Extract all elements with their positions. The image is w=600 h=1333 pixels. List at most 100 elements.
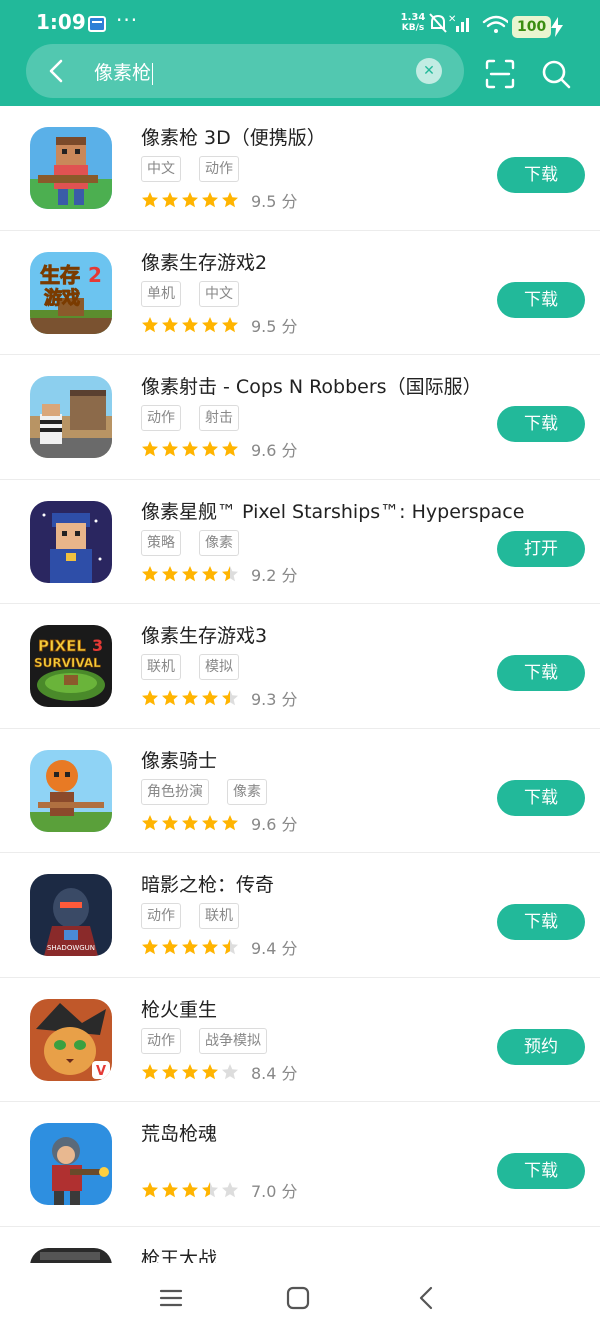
download-button[interactable]: 下载: [497, 157, 585, 193]
star-rating: [141, 814, 239, 832]
star-icon: [202, 441, 218, 457]
battery-indicator: 100: [512, 16, 552, 38]
star-icon: [222, 192, 238, 208]
app-tag: 动作: [199, 156, 239, 182]
star-icon: [182, 192, 198, 208]
download-button[interactable]: 下载: [497, 904, 585, 940]
reserve-button[interactable]: 预约: [497, 1028, 585, 1065]
star-icon: [222, 690, 238, 706]
mute-bell-icon: [429, 13, 447, 33]
star-icon: [142, 192, 158, 208]
app-score: 9.3 分: [251, 690, 298, 709]
list-item[interactable]: PIXEL 3 SURVIVAL 像素生存游戏3 联机 模拟 9.3 分 下载: [0, 604, 600, 729]
star-icon: [182, 316, 198, 332]
star-icon: [182, 939, 198, 955]
app-icon[interactable]: PIXEL 3 SURVIVAL: [30, 625, 112, 707]
svg-text:PIXEL: PIXEL: [38, 637, 86, 655]
star-icon: [142, 441, 158, 457]
app-rating: 9.3 分: [141, 686, 298, 710]
star-icon: [202, 690, 218, 706]
star-icon: [162, 690, 178, 706]
star-rating: [141, 1063, 239, 1081]
menu-button[interactable]: [156, 1283, 186, 1313]
svg-text:SHADOWGUN: SHADOWGUN: [47, 944, 95, 952]
app-tag: 联机: [141, 654, 181, 680]
app-icon[interactable]: 生存 2 游戏: [30, 251, 112, 334]
app-score: 9.6 分: [251, 441, 298, 460]
list-item[interactable]: 荒岛枪魂 7.0 分 下载: [0, 1102, 600, 1227]
list-item[interactable]: 像素星舰™ Pixel Starships™: Hyperspace 策略 像素…: [0, 480, 600, 604]
app-name: 像素枪 3D（便携版）: [141, 127, 326, 149]
search-input[interactable]: 像素枪: [94, 58, 154, 85]
list-item[interactable]: 枪王大战: [0, 1227, 600, 1263]
list-item[interactable]: 像素枪 3D（便携版） 中文 动作 9.5 分 下载: [0, 106, 600, 231]
download-button[interactable]: 下载: [497, 655, 585, 691]
network-speed-unit: KB/s: [401, 23, 425, 33]
open-button[interactable]: 打开: [497, 530, 585, 567]
svg-text:2: 2: [88, 263, 102, 287]
charging-icon: [550, 17, 564, 41]
app-rating: 9.6 分: [141, 811, 298, 835]
list-item[interactable]: V 枪火重生 动作 战争模拟 8.4 分 预约: [0, 978, 600, 1102]
app-score: 9.5 分: [251, 192, 298, 211]
app-score: 9.6 分: [251, 814, 298, 834]
clear-search-button[interactable]: ✕: [416, 58, 442, 84]
home-button[interactable]: [283, 1283, 313, 1313]
app-icon[interactable]: [30, 749, 112, 832]
app-tags: 联机 模拟: [141, 654, 239, 680]
list-item[interactable]: 像素骑士 角色扮演 像素 9.6 分 下载: [0, 729, 600, 853]
star-icon: [162, 192, 178, 208]
status-icons: ✕: [428, 12, 510, 34]
app-rating: 9.2 分: [141, 562, 298, 586]
app-name: 枪火重生: [141, 998, 218, 1021]
list-item[interactable]: 像素射击 - Cops N Robbers（国际服） 动作 射击 9.6 分 下…: [0, 355, 600, 480]
star-icon: [202, 316, 218, 332]
star-icon: [142, 316, 158, 332]
search-button[interactable]: [540, 58, 572, 90]
back-icon: [419, 1286, 433, 1310]
app-tags: 动作 联机: [141, 903, 239, 929]
home-icon: [286, 1286, 310, 1310]
star-icon: [182, 690, 198, 706]
star-icon: [162, 316, 178, 332]
app-name: 暗影之枪：传奇: [141, 874, 275, 896]
svg-text:生存: 生存: [40, 263, 80, 287]
download-button[interactable]: 下载: [497, 779, 585, 816]
star-icon: [142, 939, 158, 955]
app-tags: 动作 战争模拟: [141, 1027, 267, 1054]
app-icon[interactable]: V: [30, 998, 112, 1081]
app-icon[interactable]: [30, 127, 112, 209]
star-icon: [162, 1063, 178, 1079]
star-icon: [222, 814, 238, 830]
back-button[interactable]: [40, 54, 74, 88]
star-icon: [182, 441, 198, 457]
star-icon: [162, 1182, 178, 1198]
app-icon[interactable]: SHADOWGUN: [30, 874, 112, 956]
wifi-icon: [482, 15, 510, 33]
app-icon[interactable]: [30, 1123, 112, 1205]
search-box[interactable]: 像素枪 ✕: [26, 44, 464, 98]
app-rating: 9.5 分: [141, 188, 298, 212]
app-name: 像素射击 - Cops N Robbers（国际服）: [141, 376, 482, 398]
list-item[interactable]: 生存 2 游戏 像素生存游戏2 单机 中文 9.5 分 下载: [0, 231, 600, 355]
download-button[interactable]: 下载: [497, 1153, 585, 1189]
download-button[interactable]: 下载: [497, 281, 585, 318]
download-button[interactable]: 下载: [497, 406, 585, 442]
app-name: 像素骑士: [141, 749, 218, 772]
scan-button[interactable]: [484, 58, 516, 90]
star-icon: [222, 1182, 238, 1198]
app-tag: 动作: [141, 1027, 181, 1054]
star-icon: [182, 1063, 198, 1079]
app-icon[interactable]: [30, 500, 112, 583]
app-icon[interactable]: [30, 376, 112, 458]
list-item[interactable]: SHADOWGUN 暗影之枪：传奇 动作 联机 9.4 分 下载: [0, 853, 600, 978]
nav-back-button[interactable]: [412, 1283, 442, 1313]
app-tag: 角色扮演: [141, 778, 209, 805]
close-icon: ✕: [423, 63, 435, 79]
star-rating: [141, 938, 239, 956]
app-icon[interactable]: [30, 1247, 112, 1263]
app-rating: 7.0 分: [141, 1178, 298, 1202]
more-notifications-icon: ···: [116, 8, 139, 32]
search-results-list[interactable]: 像素枪 3D（便携版） 中文 动作 9.5 分 下载 生存 2 游戏 像素生存游…: [0, 106, 600, 1263]
star-icon: [222, 939, 238, 955]
